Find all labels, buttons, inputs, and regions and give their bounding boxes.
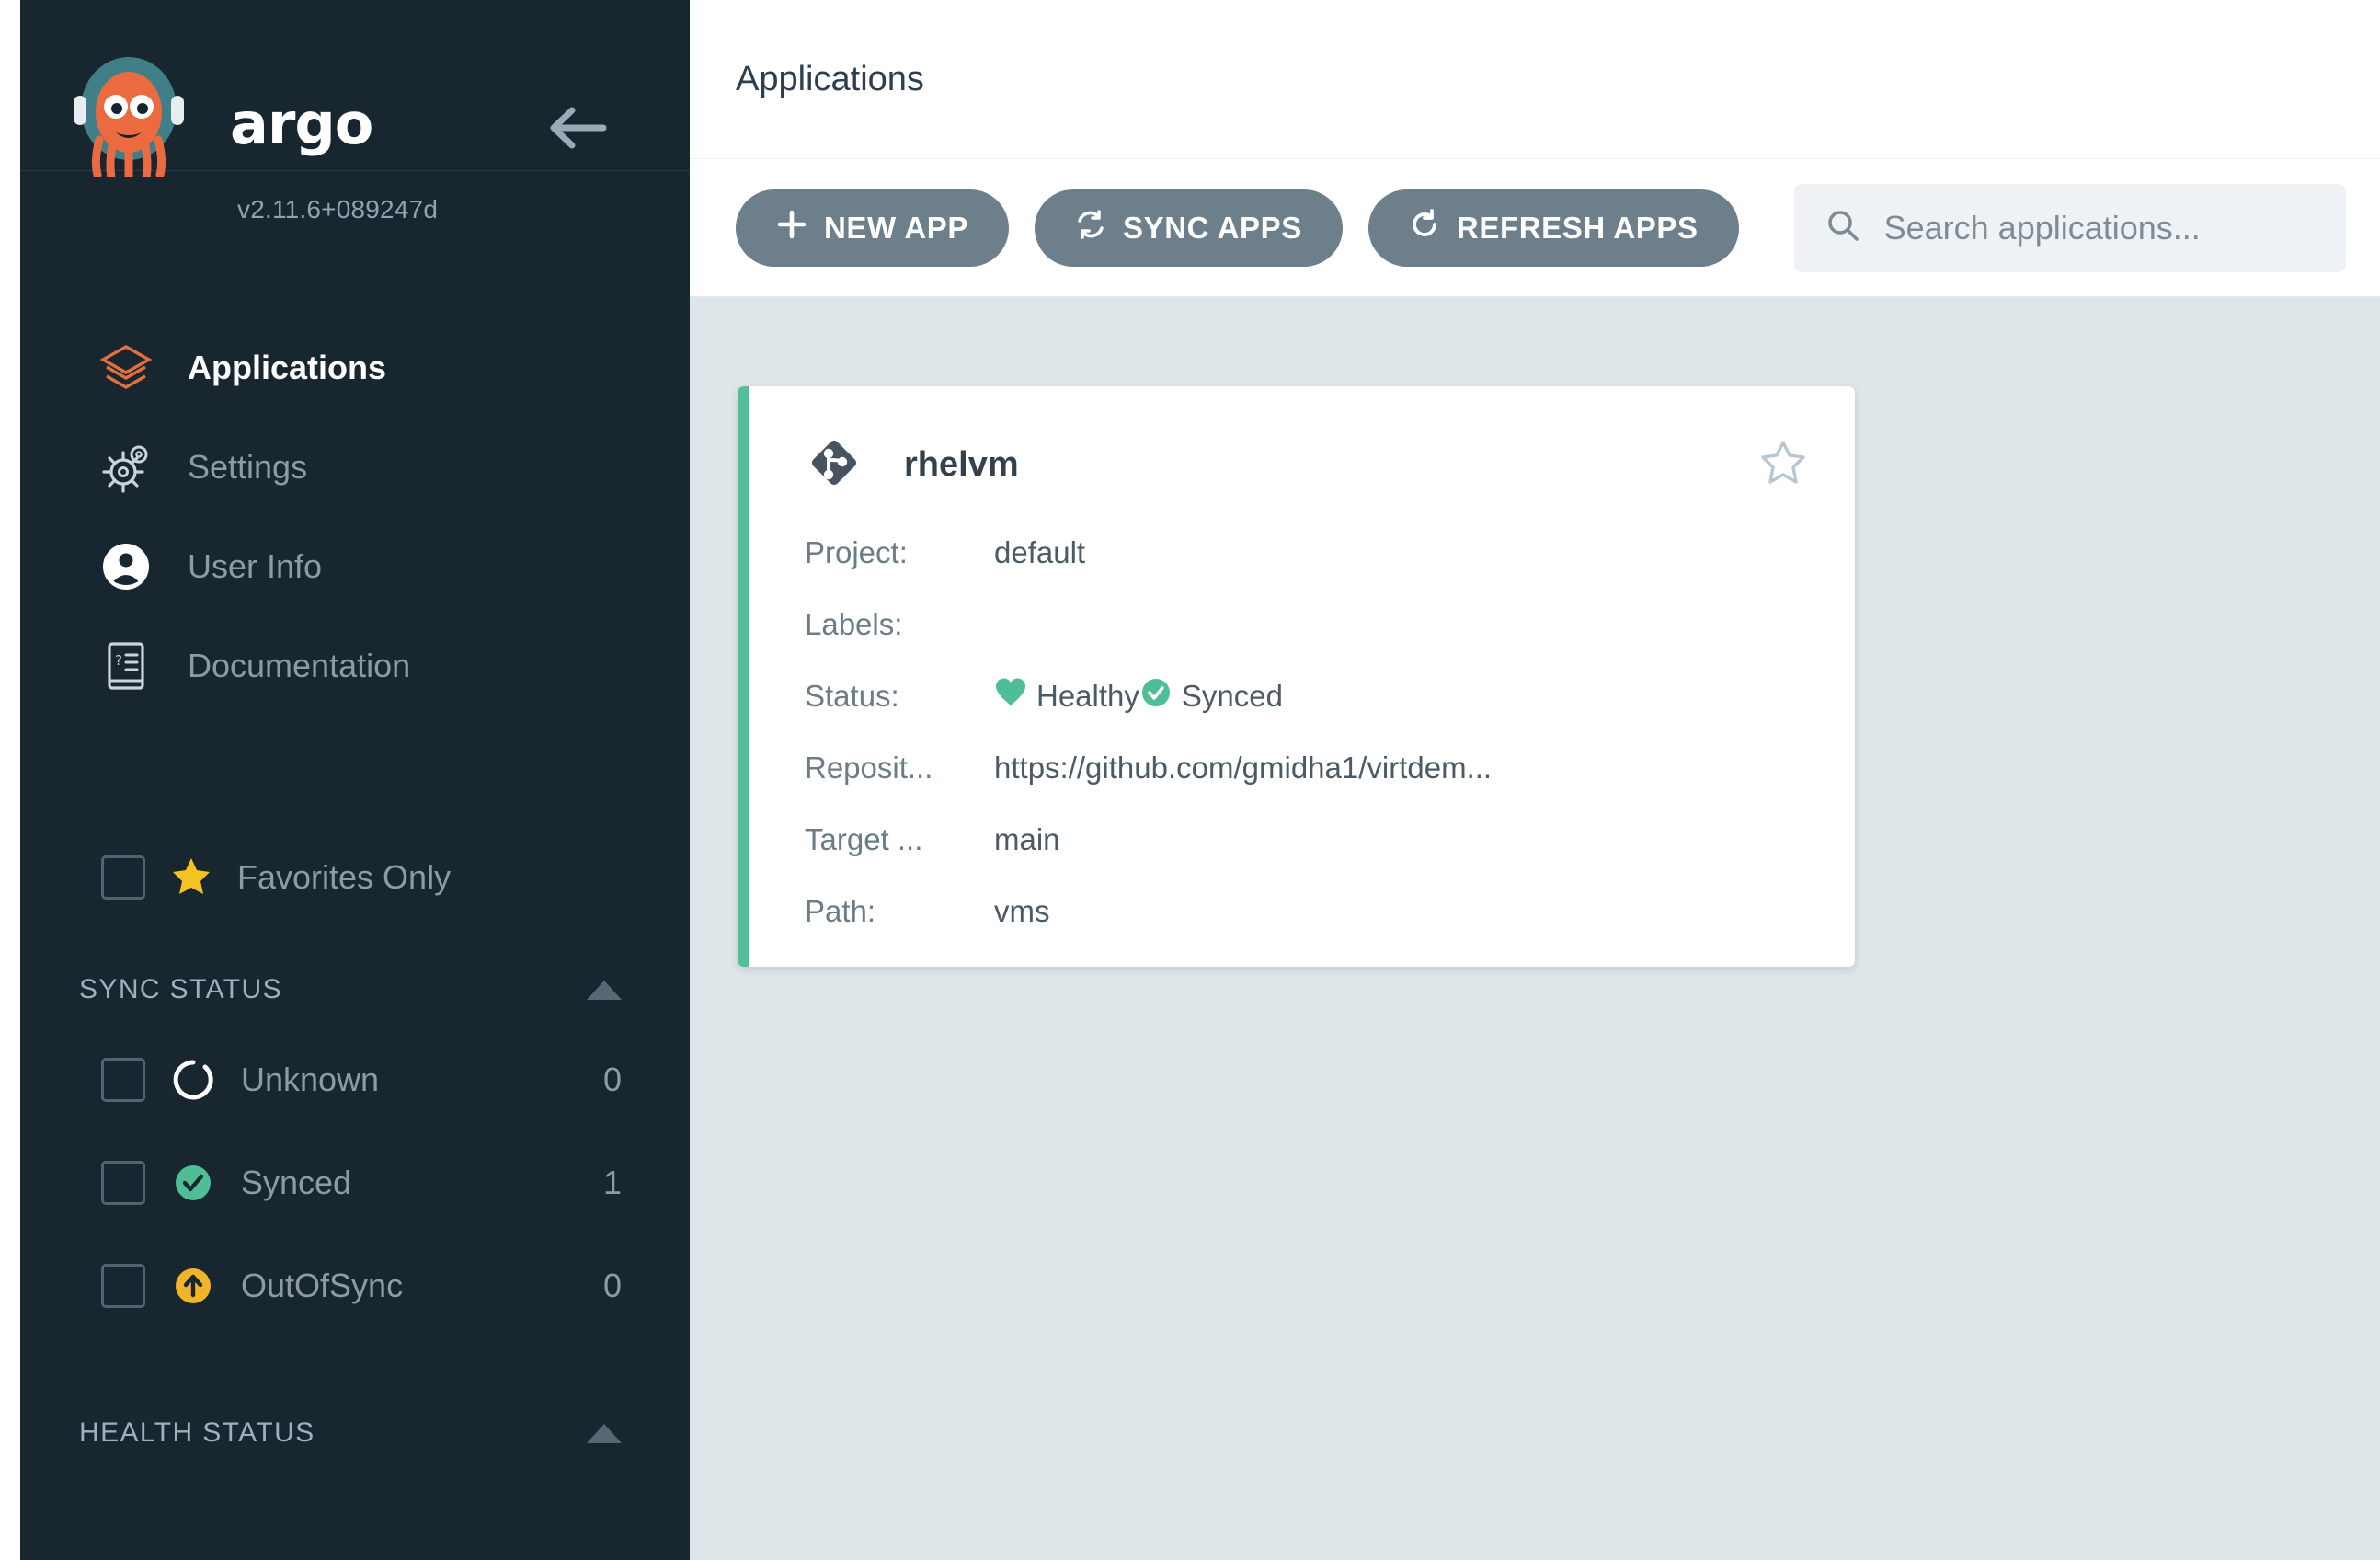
sidebar-item-settings[interactable]: Settings (20, 418, 690, 517)
detail-key: Project: (805, 535, 908, 569)
main-area: Applications NEW APP SYNC APPS REFRESH A… (690, 0, 2380, 1560)
filter-count: 0 (602, 1061, 622, 1098)
sidebar-item-label: User Info (188, 547, 323, 585)
favorites-only-filter[interactable]: Favorites Only (20, 843, 690, 912)
detail-key: Reposit... (805, 751, 933, 785)
sync-label: Synced (1181, 679, 1283, 713)
sync-apps-label: SYNC APPS (1123, 210, 1302, 245)
search-box[interactable] (1793, 183, 2346, 272)
sidebar-item-label: Applications (188, 349, 387, 386)
health-label: Healthy (1036, 679, 1139, 713)
brand-wordmark: argo (230, 90, 373, 157)
detail-row-project: Project: default (805, 517, 1807, 589)
detail-row-status: Status: Healthy Synced (805, 660, 1807, 732)
favorites-only-label: Favorites Only (237, 858, 452, 896)
sidebar-item-user-info[interactable]: User Info (20, 517, 690, 616)
filter-item-synced[interactable]: Synced 1 (20, 1131, 690, 1234)
filter-label: Synced (241, 1164, 352, 1201)
star-filled-icon (171, 855, 212, 900)
git-logo-icon (805, 433, 864, 497)
application-name: rhelvm (904, 444, 1019, 484)
detail-key: Status: (805, 679, 899, 713)
filter-count: 0 (602, 1267, 622, 1304)
filter-label: Unknown (241, 1061, 380, 1098)
detail-value: main (994, 822, 1060, 856)
caret-up-icon[interactable] (587, 1423, 622, 1443)
svg-text:?: ? (115, 652, 122, 669)
left-gutter (0, 0, 20, 1560)
check-circle-icon (1139, 676, 1173, 717)
unknown-checkbox[interactable] (101, 1058, 145, 1102)
gear-icon (99, 441, 153, 494)
favorites-only-checkbox[interactable] (101, 855, 145, 900)
sync-status-group-header[interactable]: SYNC STATUS (20, 951, 690, 1028)
search-input[interactable] (1883, 208, 2315, 247)
star-outline-icon[interactable] (1759, 439, 1807, 491)
new-app-label: NEW APP (824, 210, 968, 245)
sync-status-title: SYNC STATUS (79, 974, 282, 1004)
book-icon: ? (99, 639, 153, 693)
argo-octopus-logo (68, 55, 189, 177)
filter-label: OutOfSync (241, 1267, 404, 1304)
search-icon (1825, 208, 1860, 247)
user-circle-icon (99, 540, 153, 593)
filter-item-outofsync[interactable]: OutOfSync 0 (20, 1234, 690, 1337)
new-app-button[interactable]: NEW APP (736, 189, 1009, 267)
sync-status-badge: Synced (1139, 676, 1283, 717)
sidebar-header: argo v2.11.6+089247d (20, 0, 690, 224)
applications-list: rhelvm Project: default Labels: Status: … (690, 297, 2380, 1560)
circle-dashed-icon (171, 1058, 215, 1102)
sidebar-nav: Applications Settings User Info ? Docume… (20, 318, 690, 716)
application-details: Project: default Labels: Status: Healthy… (805, 517, 1807, 967)
sidebar-item-label: Settings (188, 448, 308, 486)
detail-key: Path: (805, 894, 876, 928)
synced-checkbox[interactable] (101, 1161, 145, 1205)
page-header: Applications (690, 0, 2380, 159)
sync-apps-button[interactable]: SYNC APPS (1035, 189, 1343, 267)
heart-icon (994, 676, 1027, 717)
health-status-badge: Healthy (994, 676, 1139, 717)
layers-stack-icon (99, 341, 153, 395)
detail-value: vms (994, 894, 1050, 928)
detail-value: in-cluster (994, 966, 1117, 967)
detail-key: Target ... (805, 822, 923, 856)
health-status-group-header[interactable]: HEALTH STATUS (20, 1394, 690, 1472)
check-circle-icon (171, 1161, 215, 1205)
caret-up-icon[interactable] (587, 980, 622, 1000)
detail-row-labels: Labels: (805, 589, 1807, 660)
outofsync-checkbox[interactable] (101, 1264, 145, 1308)
sidebar-item-label: Documentation (188, 647, 411, 684)
sidebar-item-applications[interactable]: Applications (20, 318, 690, 418)
argocd-application: argo v2.11.6+089247d Applications Settin… (0, 0, 2380, 1560)
detail-key: Destina... (805, 966, 994, 967)
health-status-title: HEALTH STATUS (79, 1417, 315, 1448)
sync-arrows-icon (1075, 209, 1106, 247)
filter-item-unknown[interactable]: Unknown 0 (20, 1028, 690, 1131)
arrow-up-circle-icon (171, 1264, 215, 1308)
sidebar: argo v2.11.6+089247d Applications Settin… (20, 0, 690, 1560)
detail-row-destination: Destina... in-cluster (805, 947, 1807, 967)
detail-row-path: Path: vms (805, 876, 1807, 947)
refresh-apps-label: REFRESH APPS (1456, 210, 1699, 245)
detail-row-repository: Reposit... https://github.com/gmidha1/vi… (805, 732, 1807, 804)
detail-row-target-revision: Target ... main (805, 804, 1807, 876)
filter-count: 1 (602, 1164, 622, 1201)
version-label: v2.11.6+089247d (237, 195, 439, 224)
refresh-apps-button[interactable]: REFRESH APPS (1367, 189, 1739, 267)
application-card[interactable]: rhelvm Project: default Labels: Status: … (738, 386, 1855, 967)
detail-value: https://github.com/gmidha1/virtdem... (994, 751, 1493, 785)
toolbar: NEW APP SYNC APPS REFRESH APPS Search ap… (690, 159, 2380, 297)
sidebar-filters: Favorites Only SYNC STATUS Unknown 0 Syn… (20, 843, 690, 1472)
page-title: Applications (736, 59, 924, 98)
plus-icon (776, 209, 807, 247)
application-card-header: rhelvm (805, 425, 1807, 504)
detail-key: Labels: (805, 607, 903, 641)
sidebar-item-documentation[interactable]: ? Documentation (20, 616, 690, 716)
arrow-left-icon[interactable] (544, 101, 611, 159)
detail-value: default (994, 535, 1086, 569)
refresh-icon (1409, 208, 1440, 247)
